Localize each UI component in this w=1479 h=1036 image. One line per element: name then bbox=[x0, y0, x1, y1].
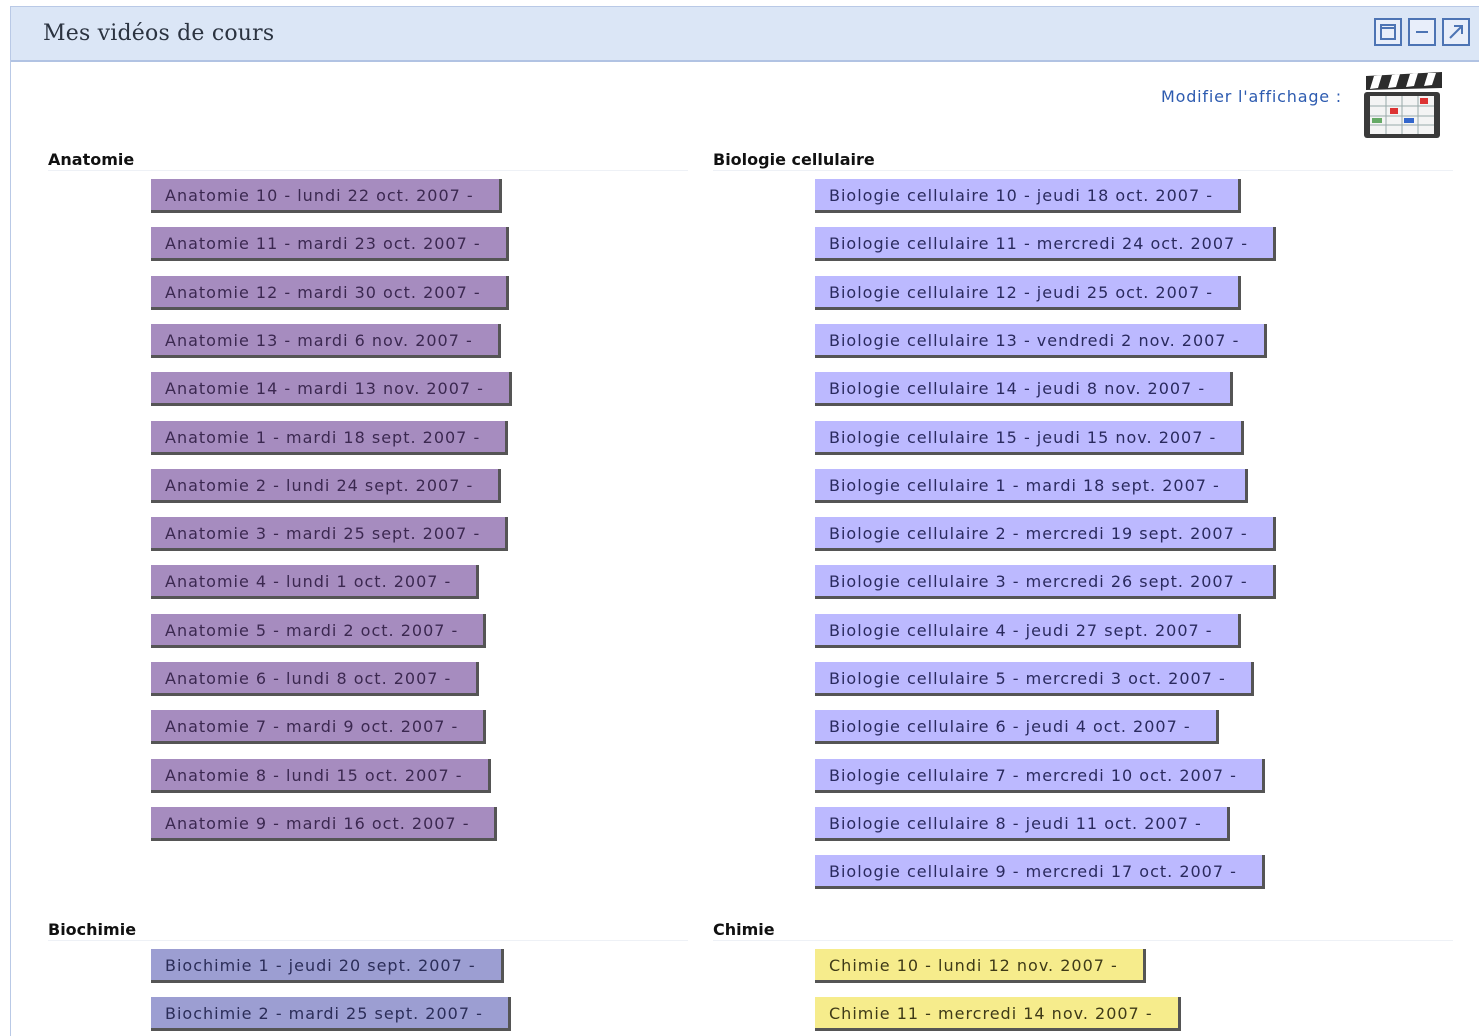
video-item[interactable]: Biologie cellulaire 15 - jeudi 15 nov. 2… bbox=[815, 420, 1244, 455]
clapperboard-calendar-icon[interactable] bbox=[1360, 70, 1444, 140]
window-maximize-icon[interactable] bbox=[1442, 18, 1470, 46]
video-item[interactable]: Biologie cellulaire 9 - mercredi 17 oct.… bbox=[815, 855, 1265, 890]
video-item[interactable]: Anatomie 9 - mardi 16 oct. 2007 - bbox=[151, 806, 497, 841]
video-item[interactable]: Chimie 10 - lundi 12 nov. 2007 - bbox=[815, 949, 1146, 983]
section-anatomie: Anatomie bbox=[48, 150, 688, 171]
video-item[interactable]: Biologie cellulaire 13 - vendredi 2 nov.… bbox=[815, 323, 1267, 358]
section-title-chimie: Chimie bbox=[713, 920, 1453, 941]
window-controls bbox=[1374, 18, 1470, 46]
section-chimie: Chimie bbox=[713, 920, 1453, 941]
video-item[interactable]: Biologie cellulaire 2 - mercredi 19 sept… bbox=[815, 517, 1276, 552]
panel-title: Mes vidéos de cours bbox=[43, 21, 275, 46]
video-item[interactable]: Biologie cellulaire 6 - jeudi 4 oct. 200… bbox=[815, 710, 1219, 745]
video-item[interactable]: Biologie cellulaire 3 - mercredi 26 sept… bbox=[815, 565, 1276, 600]
section-title-biologie: Biologie cellulaire bbox=[713, 150, 1453, 171]
video-item[interactable]: Biologie cellulaire 7 - mercredi 10 oct.… bbox=[815, 758, 1265, 793]
video-item[interactable]: Anatomie 6 - lundi 8 oct. 2007 - bbox=[151, 662, 479, 696]
video-item[interactable]: Biologie cellulaire 5 - mercredi 3 oct. … bbox=[815, 662, 1254, 696]
video-item[interactable]: Anatomie 7 - mardi 9 oct. 2007 - bbox=[151, 710, 486, 745]
video-item[interactable]: Anatomie 1 - mardi 18 sept. 2007 - bbox=[151, 420, 508, 455]
video-item[interactable]: Biologie cellulaire 11 - mercredi 24 oct… bbox=[815, 227, 1276, 262]
window-restore-icon[interactable] bbox=[1374, 18, 1402, 46]
video-item[interactable]: Biologie cellulaire 10 - jeudi 18 oct. 2… bbox=[815, 179, 1241, 213]
video-item[interactable]: Anatomie 13 - mardi 6 nov. 2007 - bbox=[151, 323, 501, 358]
video-item[interactable]: Anatomie 4 - lundi 1 oct. 2007 - bbox=[151, 565, 479, 600]
video-item[interactable]: Biologie cellulaire 12 - jeudi 25 oct. 2… bbox=[815, 275, 1241, 310]
section-title-biochimie: Biochimie bbox=[48, 920, 688, 941]
video-item[interactable]: Anatomie 11 - mardi 23 oct. 2007 - bbox=[151, 227, 509, 262]
video-item[interactable]: Biochimie 2 - mardi 25 sept. 2007 - bbox=[151, 997, 511, 1032]
video-item[interactable]: Anatomie 10 - lundi 22 oct. 2007 - bbox=[151, 179, 502, 213]
video-item[interactable]: Anatomie 14 - mardi 13 nov. 2007 - bbox=[151, 372, 512, 407]
video-item[interactable]: Biologie cellulaire 4 - jeudi 27 sept. 2… bbox=[815, 613, 1241, 648]
video-item[interactable]: Anatomie 3 - mardi 25 sept. 2007 - bbox=[151, 517, 508, 552]
video-item[interactable]: Anatomie 8 - lundi 15 oct. 2007 - bbox=[151, 758, 491, 793]
video-item[interactable]: Biologie cellulaire 14 - jeudi 8 nov. 20… bbox=[815, 372, 1233, 407]
video-item[interactable]: Biologie cellulaire 1 - mardi 18 sept. 2… bbox=[815, 468, 1248, 503]
section-title-anatomie: Anatomie bbox=[48, 150, 688, 171]
section-biologie: Biologie cellulaire bbox=[713, 150, 1453, 171]
video-item[interactable]: Biologie cellulaire 8 - jeudi 11 oct. 20… bbox=[815, 806, 1230, 841]
video-item[interactable]: Biochimie 1 - jeudi 20 sept. 2007 - bbox=[151, 949, 504, 983]
window-minimize-icon[interactable] bbox=[1408, 18, 1436, 46]
video-item[interactable]: Anatomie 2 - lundi 24 sept. 2007 - bbox=[151, 468, 501, 503]
video-item[interactable]: Chimie 11 - mercredi 14 nov. 2007 - bbox=[815, 997, 1181, 1032]
modify-display-link[interactable]: Modifier l'affichage : bbox=[1161, 87, 1342, 106]
video-item[interactable]: Anatomie 12 - mardi 30 oct. 2007 - bbox=[151, 275, 509, 310]
panel-titlebar: Mes vidéos de cours bbox=[11, 7, 1479, 62]
video-item[interactable]: Anatomie 5 - mardi 2 oct. 2007 - bbox=[151, 613, 486, 648]
section-biochimie: Biochimie bbox=[48, 920, 688, 941]
